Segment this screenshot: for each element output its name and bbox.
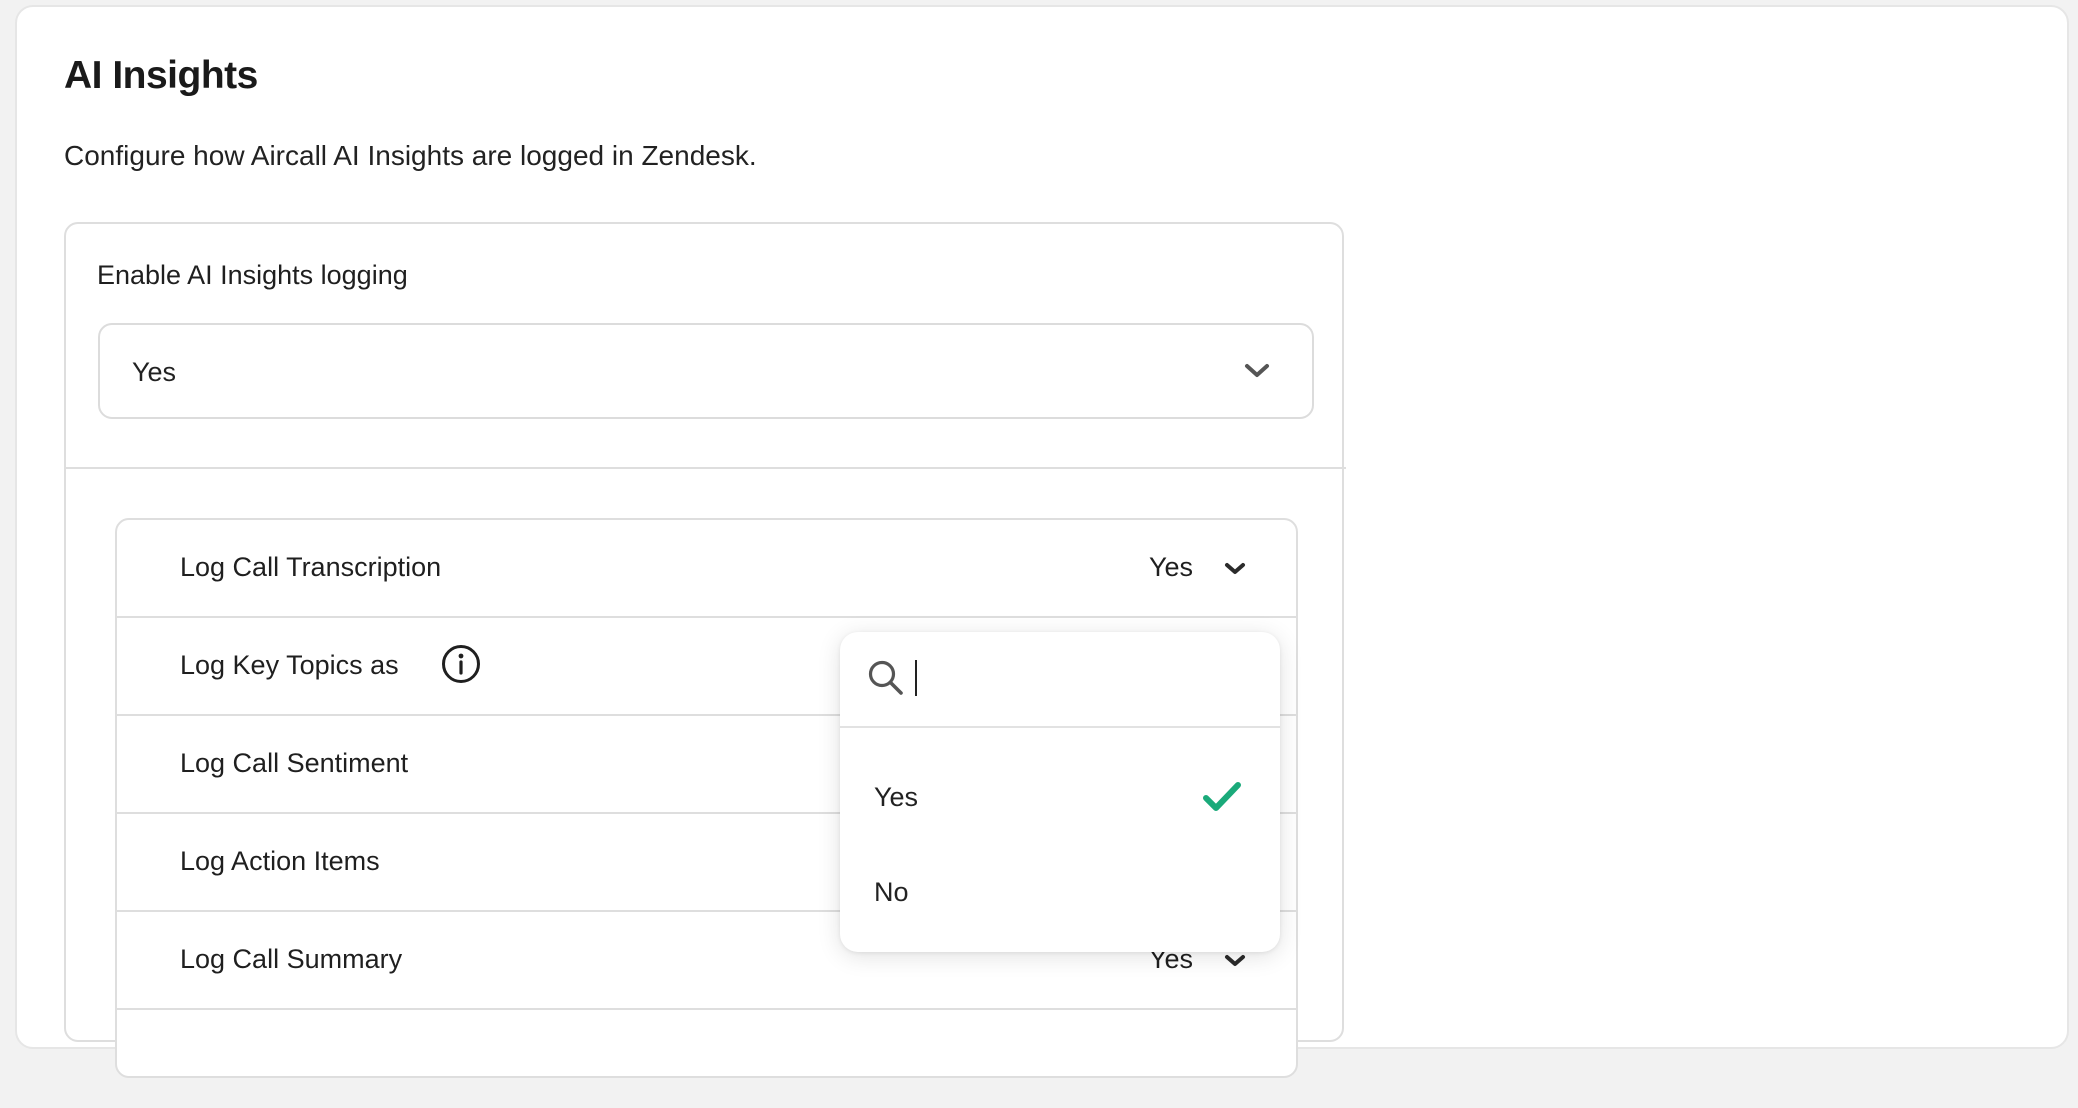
dropdown-search: [840, 632, 1280, 728]
setting-label: Log Call Transcription: [180, 552, 442, 582]
option-label: Yes: [874, 782, 919, 812]
chevron-down-icon: [1245, 364, 1269, 377]
setting-value[interactable]: Yes: [1149, 552, 1193, 583]
chevron-down-icon[interactable]: [1224, 562, 1246, 576]
setting-row-next: [117, 1010, 1296, 1108]
enable-logging-value: Yes: [132, 357, 177, 387]
search-icon: [868, 660, 903, 695]
setting-label: Log Call Sentiment: [180, 748, 409, 778]
dropdown-option-yes[interactable]: Yes: [840, 752, 1280, 842]
setting-row-call-transcription[interactable]: Log Call Transcription Yes: [117, 520, 1296, 618]
option-label: No: [874, 877, 909, 907]
options-dropdown: Yes No: [840, 632, 1280, 952]
setting-label: Log Key Topics as: [180, 650, 399, 680]
text-cursor: [915, 660, 917, 696]
card-divider: [66, 467, 1346, 469]
enable-logging-label: Enable AI Insights logging: [97, 260, 408, 290]
page-description: Configure how Aircall AI Insights are lo…: [64, 140, 757, 171]
dropdown-search-input[interactable]: [910, 656, 1254, 702]
setting-label: Log Action Items: [180, 846, 380, 876]
page-title: AI Insights: [64, 54, 258, 97]
dropdown-option-no[interactable]: No: [840, 847, 1280, 937]
info-icon[interactable]: [441, 644, 481, 684]
enable-logging-select[interactable]: Yes: [98, 323, 1314, 419]
check-icon: [1203, 782, 1241, 811]
setting-label: Log Call Summary: [180, 944, 403, 974]
chevron-down-icon[interactable]: [1224, 954, 1246, 968]
